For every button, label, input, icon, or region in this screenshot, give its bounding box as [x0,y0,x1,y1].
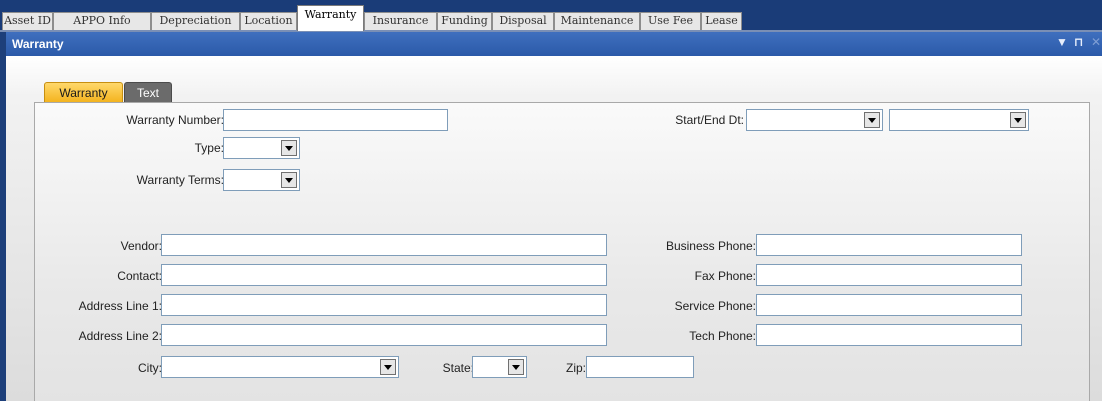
address-line-1-label: Address Line 1: [78,299,162,313]
panel-title: Warranty [12,37,64,51]
warranty-number-input[interactable] [223,109,448,131]
chevron-down-icon[interactable] [1010,112,1026,128]
fax-phone-label: Fax Phone: [694,269,756,283]
tab-location[interactable]: Location [240,12,297,30]
subtab-warranty[interactable]: Warranty [44,82,123,103]
chevron-down-icon[interactable] [380,359,396,375]
chevron-down-icon[interactable] [281,140,297,156]
tab-warranty[interactable]: Warranty [297,5,364,31]
address-line-2-label: Address Line 2: [78,329,162,343]
tab-depreciation[interactable]: Depreciation [151,12,240,30]
type-combo[interactable] [223,137,300,159]
contact-input[interactable] [161,264,607,286]
close-icon[interactable]: ✕ [1091,35,1101,49]
contact-label: Contact: [117,269,162,283]
business-phone-input[interactable] [756,234,1022,256]
tab-appo-info[interactable]: APPO Info [53,12,151,30]
tech-phone-label: Tech Phone: [689,329,756,343]
vendor-input[interactable] [161,234,607,256]
start-end-date-label: Start/End Dt: [675,113,744,127]
warranty-terms-combo[interactable] [223,169,300,191]
type-label: Type: [194,141,224,155]
tab-insurance[interactable]: Insurance [364,12,437,30]
zip-label: Zip: [565,361,586,375]
chevron-down-icon[interactable] [864,112,880,128]
tab-maintenance[interactable]: Maintenance [554,12,640,30]
end-date-combo[interactable] [889,109,1029,131]
service-phone-label: Service Phone: [674,299,756,313]
pin-icon[interactable]: ⊓ [1074,35,1084,49]
state-combo[interactable] [472,356,527,378]
chevron-down-icon[interactable] [281,172,297,188]
tab-use-fee[interactable]: Use Fee [640,12,701,30]
zip-input[interactable] [586,356,694,378]
city-label: City: [138,361,162,375]
chevron-down-icon[interactable]: ▼ [1056,35,1068,49]
tab-funding[interactable]: Funding [437,12,492,30]
start-date-combo[interactable] [746,109,883,131]
state-label: State: [442,361,474,375]
panel-body: Warranty Text Warranty Number: Start/End… [6,56,1102,401]
service-phone-input[interactable] [756,294,1022,316]
city-combo[interactable] [161,356,399,378]
panel-title-bar: Warranty ▼ ⊓ ✕ [6,32,1102,56]
warranty-number-label: Warranty Number: [126,113,224,127]
warranty-terms-label: Warranty Terms: [136,173,224,187]
subtab-text[interactable]: Text [124,82,172,103]
tab-asset-id[interactable]: Asset ID [2,12,53,30]
address-line-2-input[interactable] [161,324,607,346]
business-phone-label: Business Phone: [665,239,756,253]
fax-phone-input[interactable] [756,264,1022,286]
vendor-label: Vendor: [120,239,162,253]
tab-lease[interactable]: Lease [701,12,742,30]
top-tab-bar: Asset ID APPO Info Depreciation Location… [0,0,1102,32]
chevron-down-icon[interactable] [508,359,524,375]
tab-disposal[interactable]: Disposal [492,12,554,30]
tech-phone-input[interactable] [756,324,1022,346]
address-line-1-input[interactable] [161,294,607,316]
